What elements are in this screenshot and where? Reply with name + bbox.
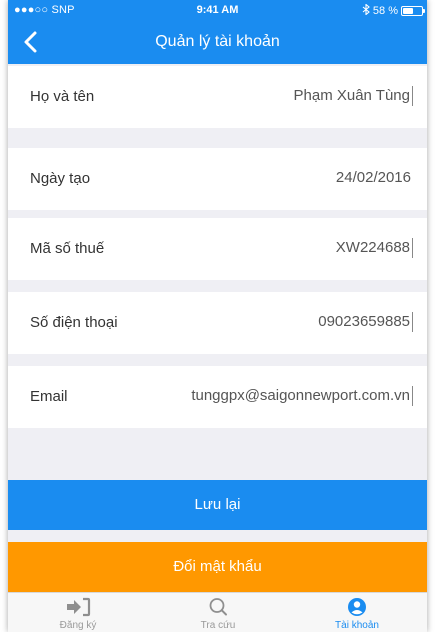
- tax-code-field: XW224688: [336, 238, 413, 258]
- status-bar: ●●●○○ SNP 9:41 AM 58 %: [8, 0, 427, 20]
- save-button[interactable]: Lưu lại: [8, 480, 427, 530]
- tab-lookup[interactable]: Tra cứu: [148, 593, 288, 632]
- tab-label: Tài khoản: [335, 620, 379, 631]
- field-label: Số điện thoại: [30, 314, 118, 331]
- battery-icon: [401, 6, 425, 16]
- change-password-button[interactable]: Đổi mật khẩu: [8, 542, 427, 592]
- field-label: Họ và tên: [30, 88, 95, 105]
- page-title: Quản lý tài khoản: [155, 33, 280, 50]
- tab-bar: Đăng ký Tra cứu Tài khoản: [8, 592, 427, 632]
- search-icon: [209, 598, 227, 616]
- user-circle-icon: [348, 598, 366, 616]
- created-date-field: 24/02/2016: [335, 169, 411, 186]
- email-field[interactable]: tunggpx@saigonnewport.com.vn: [191, 386, 413, 406]
- tab-account[interactable]: Tài khoản: [287, 593, 427, 632]
- field-row-created-date: Ngày tạo 24/02/2016: [8, 148, 427, 210]
- bluetooth-icon: [362, 3, 370, 18]
- field-row-fullname[interactable]: Họ và tên Phạm Xuân Tùng: [8, 66, 427, 128]
- tab-label: Tra cứu: [200, 620, 236, 631]
- sign-in-icon: [67, 597, 91, 617]
- tab-register[interactable]: Đăng ký: [8, 593, 148, 632]
- fullname-field[interactable]: Phạm Xuân Tùng: [294, 86, 413, 106]
- app-screen: ●●●○○ SNP 9:41 AM 58 % Quản lý tài khoản…: [8, 0, 427, 632]
- field-row-phone[interactable]: Số điện thoại 09023659885: [8, 292, 427, 354]
- field-row-tax-code: Mã số thuế XW224688: [8, 218, 427, 280]
- tab-label: Đăng ký: [59, 620, 97, 631]
- field-row-email[interactable]: Email tunggpx@saigonnewport.com.vn: [8, 366, 427, 428]
- field-label: Mã số thuế: [30, 240, 105, 257]
- phone-field[interactable]: 09023659885: [318, 312, 413, 332]
- field-label: Email: [30, 388, 68, 405]
- battery-percent: 58 %: [372, 5, 398, 17]
- battery-fill: [403, 8, 413, 14]
- battery-status: 58 %: [362, 3, 425, 18]
- field-label: Ngày tạo: [30, 170, 91, 187]
- navigation-bar: Quản lý tài khoản: [8, 20, 427, 64]
